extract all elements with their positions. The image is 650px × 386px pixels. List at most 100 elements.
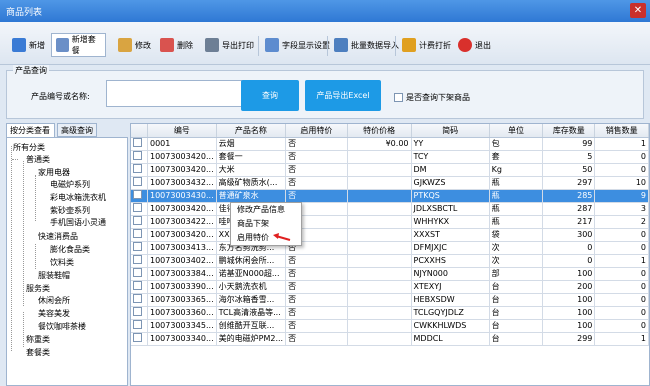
search-button[interactable]: 查询 — [241, 80, 299, 111]
tree-node[interactable]: 服装鞋帽 — [38, 270, 70, 281]
tree-node[interactable]: 电磁炉系列 — [50, 179, 90, 190]
row-checkbox[interactable] — [133, 229, 142, 238]
column-header[interactable]: 简码 — [411, 124, 490, 138]
tree-node[interactable]: 称重类 — [26, 334, 50, 345]
batch-import-button[interactable]: 批量数据导入 — [330, 33, 403, 57]
column-header[interactable]: 编号 — [147, 124, 217, 138]
row-checkbox-cell[interactable] — [131, 215, 148, 229]
column-header[interactable] — [131, 124, 148, 138]
row-checkbox[interactable] — [133, 268, 142, 277]
row-checkbox[interactable] — [133, 255, 142, 264]
row-checkbox-cell[interactable] — [131, 176, 148, 190]
edit-button[interactable]: 修改 — [114, 33, 155, 57]
table-row[interactable]: 10073003430... 普通矿泉水否 PTKQS 瓶 285 9 — [131, 189, 649, 203]
table-row[interactable]: 10073003420...佳得乐...否JDLXSBCTL瓶2873 — [131, 202, 649, 216]
tree-node[interactable]: 家用电器 — [38, 167, 70, 178]
row-checkbox[interactable] — [133, 138, 142, 147]
table-cell: 台 — [489, 332, 544, 346]
row-checkbox[interactable] — [133, 216, 142, 225]
row-checkbox-cell[interactable] — [131, 137, 148, 151]
tree-node[interactable]: 休闲会所 — [38, 295, 70, 306]
row-checkbox-cell[interactable] — [131, 241, 148, 255]
table-row[interactable]: 10073003420... 套餐一否 TCY 套 5 0 — [131, 150, 649, 164]
table-row[interactable]: 10073003360... TCL高清液晶等... 否 TCLGQYJDLZ 台 100… — [131, 306, 649, 320]
row-checkbox-cell[interactable] — [131, 280, 148, 294]
row-checkbox-cell[interactable] — [131, 202, 148, 216]
tree-node-all[interactable]: 所有分类 — [13, 142, 45, 153]
product-search-input[interactable] — [106, 80, 242, 107]
row-checkbox-cell[interactable] — [131, 293, 148, 307]
column-header[interactable]: 启用特价 — [285, 124, 348, 138]
row-checkbox[interactable] — [133, 164, 142, 173]
export-excel-button[interactable]: 产品导出Excel — [305, 80, 381, 111]
row-checkbox-cell[interactable] — [131, 228, 148, 242]
column-header[interactable]: 库存数量 — [542, 124, 596, 138]
column-header[interactable]: 销售数量 — [594, 124, 649, 138]
row-checkbox[interactable] — [133, 281, 142, 290]
row-checkbox-cell[interactable] — [131, 332, 148, 346]
table-row[interactable]: 10073003432... 高级矿物质水(... 否 GJKWZS 瓶 297 10 — [131, 176, 649, 190]
table-row[interactable]: 10073003365... 海尔冰箱香雪... 否 HEBXSDW 台 100 0 — [131, 293, 649, 307]
row-checkbox-cell[interactable] — [131, 267, 148, 281]
product-query-panel: 产品查询 产品编号或名称: 查询 产品导出Excel 是否查询下架商品 — [6, 65, 644, 119]
row-checkbox[interactable] — [133, 320, 142, 329]
checkbox-box[interactable] — [394, 93, 403, 102]
tree-node[interactable]: 紫砂壶系列 — [50, 205, 90, 216]
column-header[interactable]: 产品名称 — [216, 124, 287, 138]
add-package-button[interactable]: 新增套餐 — [51, 33, 106, 57]
field-display-settings-button[interactable]: 字段显示设置 — [261, 33, 334, 57]
row-checkbox-cell[interactable] — [131, 319, 148, 333]
menu-item-delist[interactable]: 商品下架 — [231, 217, 301, 231]
exit-button[interactable]: 退出 — [454, 33, 495, 57]
row-checkbox-cell[interactable] — [131, 254, 148, 268]
row-checkbox[interactable] — [133, 294, 142, 303]
row-checkbox-cell[interactable] — [131, 189, 148, 203]
delete-button[interactable]: 删除 — [156, 33, 197, 57]
table-row[interactable]: 10073003402... 鹏城休闲会所... 否 PCXXHS 次 0 1 — [131, 254, 649, 268]
tree-node[interactable]: 饮料类 — [50, 257, 74, 268]
billing-discount-button[interactable]: 计费打折 — [398, 33, 455, 57]
table-row[interactable]: 10073003420... 大米否 DM Kg 50 0 — [131, 163, 649, 177]
row-checkbox[interactable] — [133, 203, 142, 212]
row-checkbox-cell[interactable] — [131, 163, 148, 177]
menu-item-edit-product[interactable]: 修改产品信息 — [231, 203, 301, 217]
table-cell — [347, 163, 412, 177]
row-checkbox[interactable] — [133, 333, 142, 342]
export-print-button[interactable]: 导出打印 — [201, 33, 258, 57]
row-checkbox-cell[interactable] — [131, 306, 148, 320]
tree-node[interactable]: 服务类 — [26, 283, 50, 294]
row-checkbox[interactable] — [133, 177, 142, 186]
tab-by-category[interactable]: 按分类查看 — [6, 123, 55, 137]
add-button[interactable]: 新增 — [8, 33, 49, 57]
row-checkbox[interactable] — [133, 242, 142, 251]
table-row[interactable]: 10073003420...XXX香...否XXXST袋3000 — [131, 228, 649, 242]
table-row[interactable]: 10073003390... 小天鹅洗衣机否 XTEXYJ 台 200 0 — [131, 280, 649, 294]
column-header[interactable]: 特价价格 — [347, 124, 412, 138]
tree-node[interactable]: 美容美发 — [38, 308, 70, 319]
table-row[interactable]: 0001 云烟否 ¥0.00 YY 包 99 1 — [131, 137, 649, 151]
table-cell: 287 — [542, 202, 596, 216]
table-cell: 0 — [594, 163, 649, 177]
table-row[interactable]: 10073003384... 诺基亚N000超... 否 NJYN000 部 100 0 — [131, 267, 649, 281]
tree-node[interactable]: 快速消费品 — [38, 231, 78, 242]
row-checkbox[interactable] — [133, 151, 142, 160]
table-cell: 300 — [542, 228, 596, 242]
tree-node[interactable]: 彩电冰箱洗衣机 — [50, 192, 106, 203]
tree-node[interactable]: 套餐类 — [26, 347, 50, 358]
tree-node[interactable]: 餐饮咖啡茶楼 — [38, 321, 86, 332]
row-checkbox[interactable] — [133, 190, 142, 199]
table-row[interactable]: 10073003413... 东方名剪洗剪... 否 DFMJXJC 次 0 0 — [131, 241, 649, 255]
include-delisted-checkbox[interactable]: 是否查询下架商品 — [394, 92, 470, 103]
tree-node[interactable]: 膨化食品类 — [50, 244, 90, 255]
tree-node[interactable]: 普通类 — [26, 154, 50, 165]
tree-node[interactable]: 手机国语小灵通 — [50, 217, 106, 228]
row-checkbox-cell[interactable] — [131, 150, 148, 164]
close-window-button[interactable]: ✕ — [630, 3, 646, 18]
row-checkbox[interactable] — [133, 307, 142, 316]
tab-advanced-query[interactable]: 高级查询 — [57, 123, 97, 137]
table-row[interactable]: 10073003422...哇哈哈...否WHHYKX瓶2172 — [131, 215, 649, 229]
table-row[interactable]: 10073003345... 创维酷开互联... 否 CWKKHLWDS 台 100 0 — [131, 319, 649, 333]
table-row[interactable]: 10073003340... 美的电磁炉PM2... 否 MDDCL 台 299 1 — [131, 332, 649, 346]
table-cell: 50 — [542, 163, 596, 177]
column-header[interactable]: 单位 — [489, 124, 544, 138]
